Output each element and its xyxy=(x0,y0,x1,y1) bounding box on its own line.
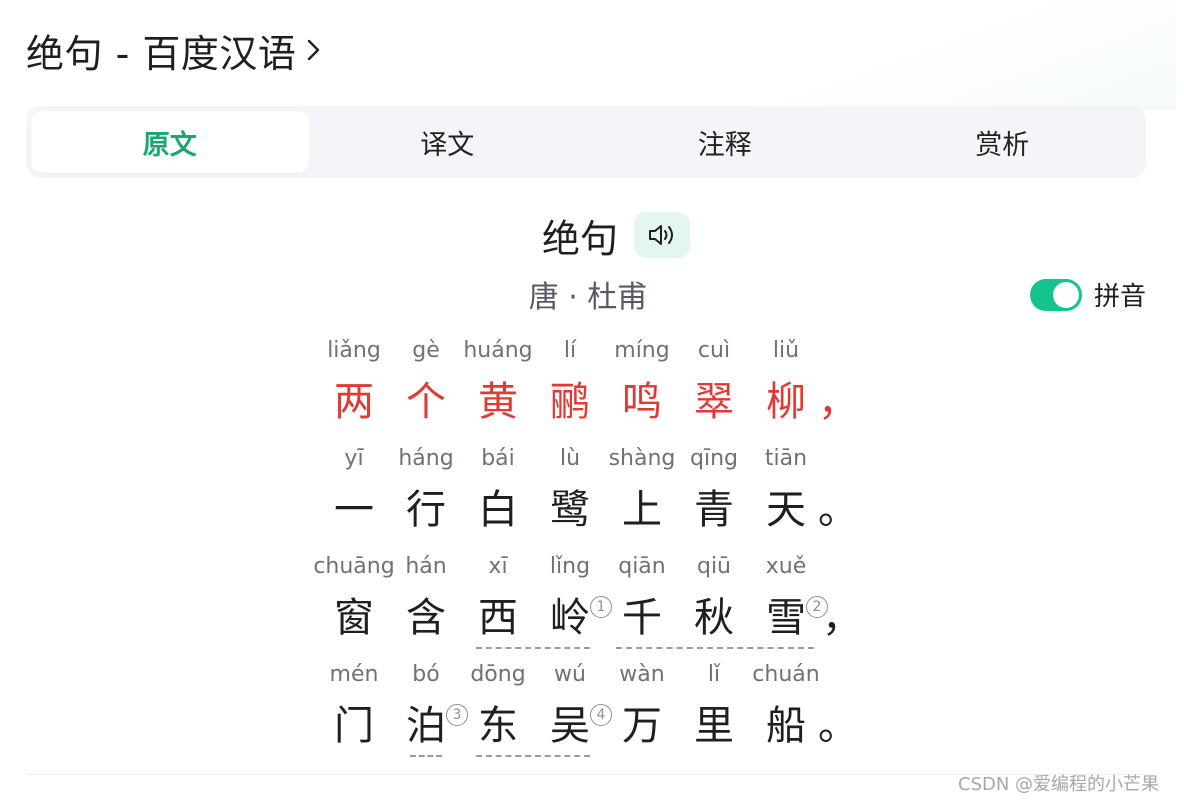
annotation-underline xyxy=(616,647,814,649)
poem-char[interactable]: tiān 天 xyxy=(750,442,822,542)
pinyin: chuán xyxy=(752,662,820,687)
hanzi: 秋 xyxy=(694,595,734,641)
punctuation: 。 xyxy=(818,487,858,533)
hanzi: 天 xyxy=(766,487,806,533)
hanzi: 窗 xyxy=(334,595,374,641)
hanzi: 含 xyxy=(406,595,446,641)
tab-original[interactable]: 原文 xyxy=(31,111,309,173)
pinyin-label: 拼音 xyxy=(1094,282,1147,312)
hanzi: 上 xyxy=(622,487,662,533)
hanzi: 柳 xyxy=(766,379,806,425)
hanzi: 鸣 xyxy=(622,379,662,425)
chevron-right-icon xyxy=(308,39,320,61)
pinyin: xuě xyxy=(765,554,807,579)
hanzi: 西 xyxy=(478,595,518,641)
hanzi: 东 xyxy=(478,703,518,749)
hanzi: 黄 xyxy=(478,379,518,425)
hanzi: 一 xyxy=(334,487,374,533)
hanzi: 行 xyxy=(406,487,446,533)
tab-appreciation[interactable]: 赏析 xyxy=(864,111,1142,173)
poem-title: 绝句 xyxy=(541,216,618,261)
hanzi: 鹭 xyxy=(550,487,590,533)
annotation-underline xyxy=(476,647,590,649)
speaker-icon xyxy=(649,225,673,245)
hanzi: 白 xyxy=(478,487,518,533)
tab-bar: 原文 译文 注释 赏析 xyxy=(26,106,1146,178)
pinyin-switch[interactable] xyxy=(1030,278,1082,311)
hanzi: 两 xyxy=(334,379,374,425)
punctuation: 。 xyxy=(818,703,858,749)
header-link[interactable]: 绝句 - 百度汉语 xyxy=(26,24,322,76)
tab-translation[interactable]: 译文 xyxy=(309,111,587,173)
hanzi: 门 xyxy=(334,703,374,749)
annotation-underline xyxy=(410,755,442,757)
punctuation: ， xyxy=(818,379,858,425)
switch-knob xyxy=(1053,281,1079,308)
audio-button[interactable] xyxy=(634,212,690,258)
pinyin-toggle[interactable]: 拼音 xyxy=(1030,276,1146,313)
hanzi: 船 xyxy=(766,703,806,749)
poem-title-row: 绝句 xyxy=(0,208,1176,262)
punctuation: ， xyxy=(822,595,862,641)
hanzi: 青 xyxy=(694,487,734,533)
header-title: 绝句 - 百度汉语 xyxy=(26,31,297,76)
poem-char[interactable]: chuán 船 xyxy=(750,658,822,758)
annotation-underline xyxy=(476,755,590,757)
poem-char[interactable]: liǔ 柳 xyxy=(750,334,822,434)
hanzi: 鹂 xyxy=(550,379,590,425)
tab-annotation[interactable]: 注释 xyxy=(586,111,864,173)
watermark: CSDN @爱编程的小芒果 xyxy=(958,774,1160,795)
hanzi: 个 xyxy=(406,379,446,425)
hanzi: 千 xyxy=(622,595,662,641)
pinyin: liǔ xyxy=(772,338,800,363)
hanzi: 里 xyxy=(694,703,734,749)
hanzi: 万 xyxy=(622,703,662,749)
poem-author: 唐 · 杜甫 xyxy=(528,280,648,315)
hanzi: 翠 xyxy=(694,379,734,425)
pinyin: tiān xyxy=(764,446,808,471)
